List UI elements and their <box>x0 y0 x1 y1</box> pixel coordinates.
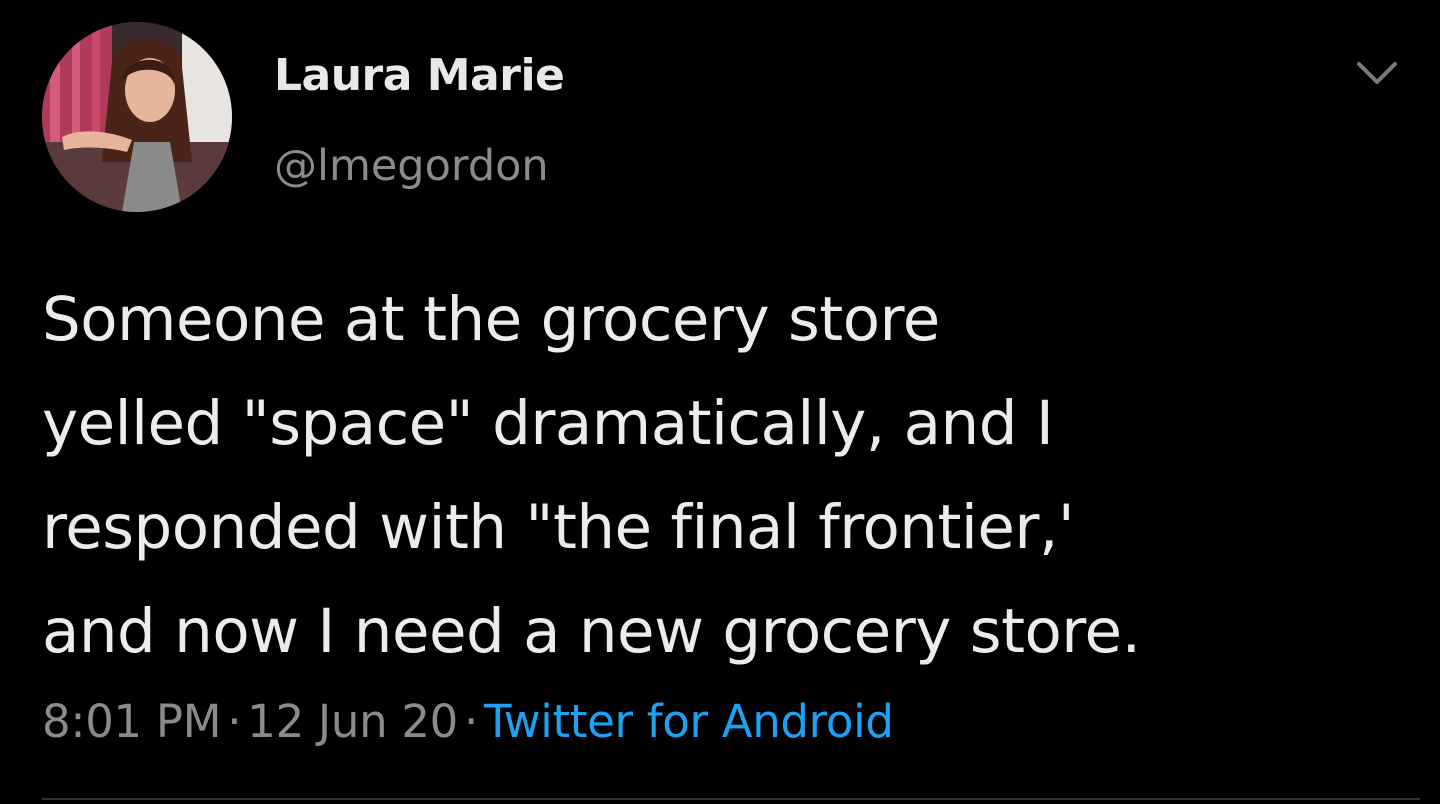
tweet-text: Someone at the grocery store yelled "spa… <box>42 268 1412 684</box>
avatar[interactable] <box>42 22 232 212</box>
tweet-card: Laura Marie @lmegordon Someone at the gr… <box>0 0 1440 804</box>
tweet-source-link[interactable]: Twitter for Android <box>484 695 894 748</box>
meta-separator: · <box>227 695 242 748</box>
chevron-down-icon[interactable] <box>1354 58 1400 88</box>
tweet-text-line: Someone at the grocery store <box>42 284 940 355</box>
tweet-text-line: yelled "space" dramatically, and I <box>42 388 1054 459</box>
tweet-text-line: responded with "the final frontier,' <box>42 492 1075 563</box>
tweet-text-line: and now I need a new grocery store. <box>42 596 1141 667</box>
author-handle[interactable]: @lmegordon <box>274 136 549 196</box>
author-display-name[interactable]: Laura Marie <box>274 46 565 106</box>
tweet-meta: 8:01 PM · 12 Jun 20 · Twitter for Android <box>42 690 894 754</box>
meta-separator: · <box>463 695 478 748</box>
tweet-date[interactable]: 12 Jun 20 <box>247 695 458 748</box>
divider <box>42 798 1420 800</box>
tweet-time[interactable]: 8:01 PM <box>42 695 222 748</box>
